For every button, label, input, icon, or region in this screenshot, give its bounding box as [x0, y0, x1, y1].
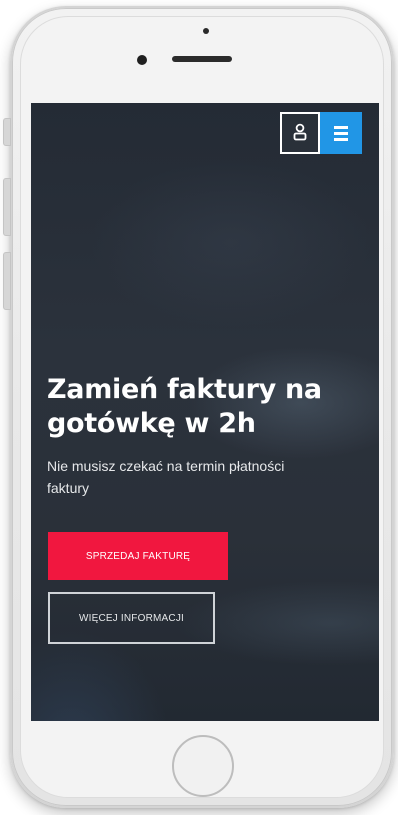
user-icon [293, 123, 307, 141]
menu-button[interactable] [320, 112, 362, 154]
hero-subtitle-line-1: Nie musisz czekać na termin płatności [47, 458, 285, 474]
front-camera [137, 55, 147, 65]
hero-title-line-1: Zamień faktury na [47, 374, 322, 405]
proximity-sensor [203, 28, 209, 34]
sell-invoice-button[interactable]: SPRZEDAJ FAKTURĘ [48, 532, 228, 580]
hero-title: Zamień faktury na gotówkę w 2h [47, 373, 357, 441]
earpiece-speaker [172, 56, 232, 62]
hero-title-line-2: gotówkę w 2h [47, 408, 256, 439]
mockup-stage: Zamień faktury na gotówkę w 2h Nie musis… [0, 0, 398, 815]
account-button[interactable] [280, 112, 320, 154]
hero-subtitle: Nie musisz czekać na termin płatności fa… [47, 455, 347, 499]
volume-down-button [3, 252, 11, 310]
home-button[interactable] [172, 735, 234, 797]
volume-up-button [3, 178, 11, 236]
mute-switch [3, 118, 11, 146]
phone-screen: Zamień faktury na gotówkę w 2h Nie musis… [31, 103, 379, 721]
more-info-button[interactable]: WIĘCEJ INFORMACJI [48, 592, 215, 644]
hero-subtitle-line-2: faktury [47, 480, 90, 496]
